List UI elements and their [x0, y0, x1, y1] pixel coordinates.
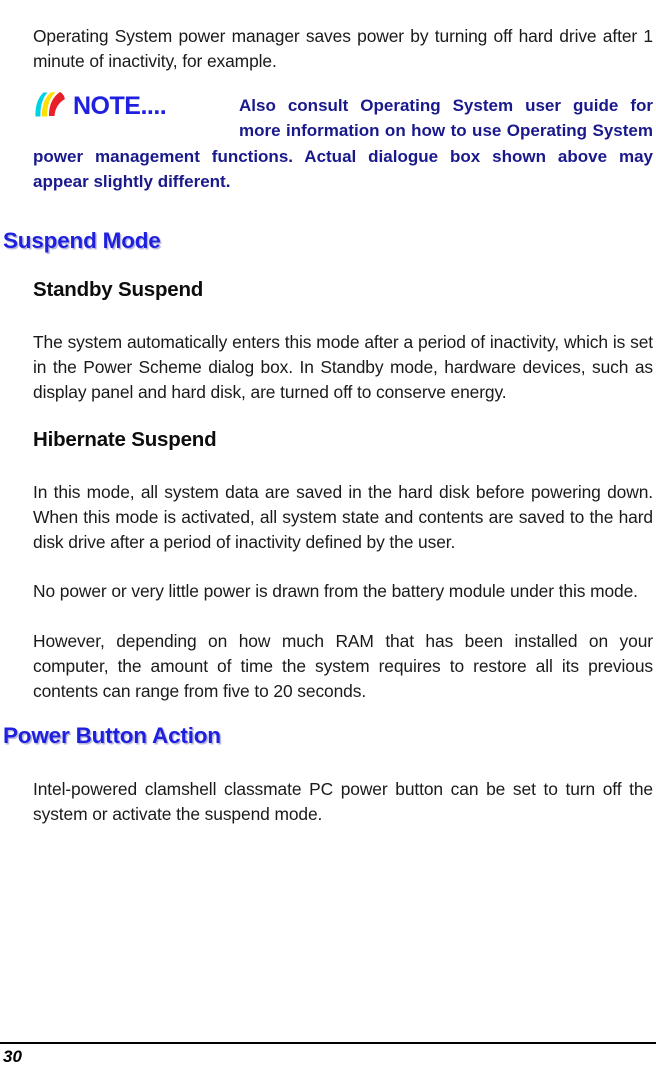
paragraph-hibernate-1: In this mode, all system data are saved … — [33, 482, 653, 552]
sub-heading-standby-suspend: Standby Suspend — [33, 278, 204, 301]
note-logo: NOTE.... — [33, 91, 211, 118]
sub-heading-hibernate-suspend: Hibernate Suspend — [33, 428, 217, 451]
note-callout: NOTE.... Also consult Operating System u… — [33, 91, 653, 194]
paragraph-hibernate-3: However, depending on how much RAM that … — [33, 631, 653, 701]
note-logo-text: NOTE.... — [73, 92, 166, 118]
paragraph-standby-suspend: The system automatically enters this mod… — [33, 332, 653, 402]
intro-paragraph: Operating System power manager saves pow… — [33, 26, 653, 71]
section-heading-power-button-action: Power Button Action — [3, 723, 221, 748]
document-page: Operating System power manager saves pow… — [0, 0, 656, 1076]
footer-divider — [0, 1042, 656, 1044]
section-heading-suspend-mode: Suspend Mode — [3, 228, 161, 253]
page-number: 30 — [3, 1047, 22, 1066]
paragraph-power-button-action: Intel-powered clamshell classmate PC pow… — [33, 779, 653, 824]
paragraph-hibernate-2: No power or very little power is drawn f… — [33, 581, 638, 602]
note-swoosh-icon — [35, 92, 65, 117]
